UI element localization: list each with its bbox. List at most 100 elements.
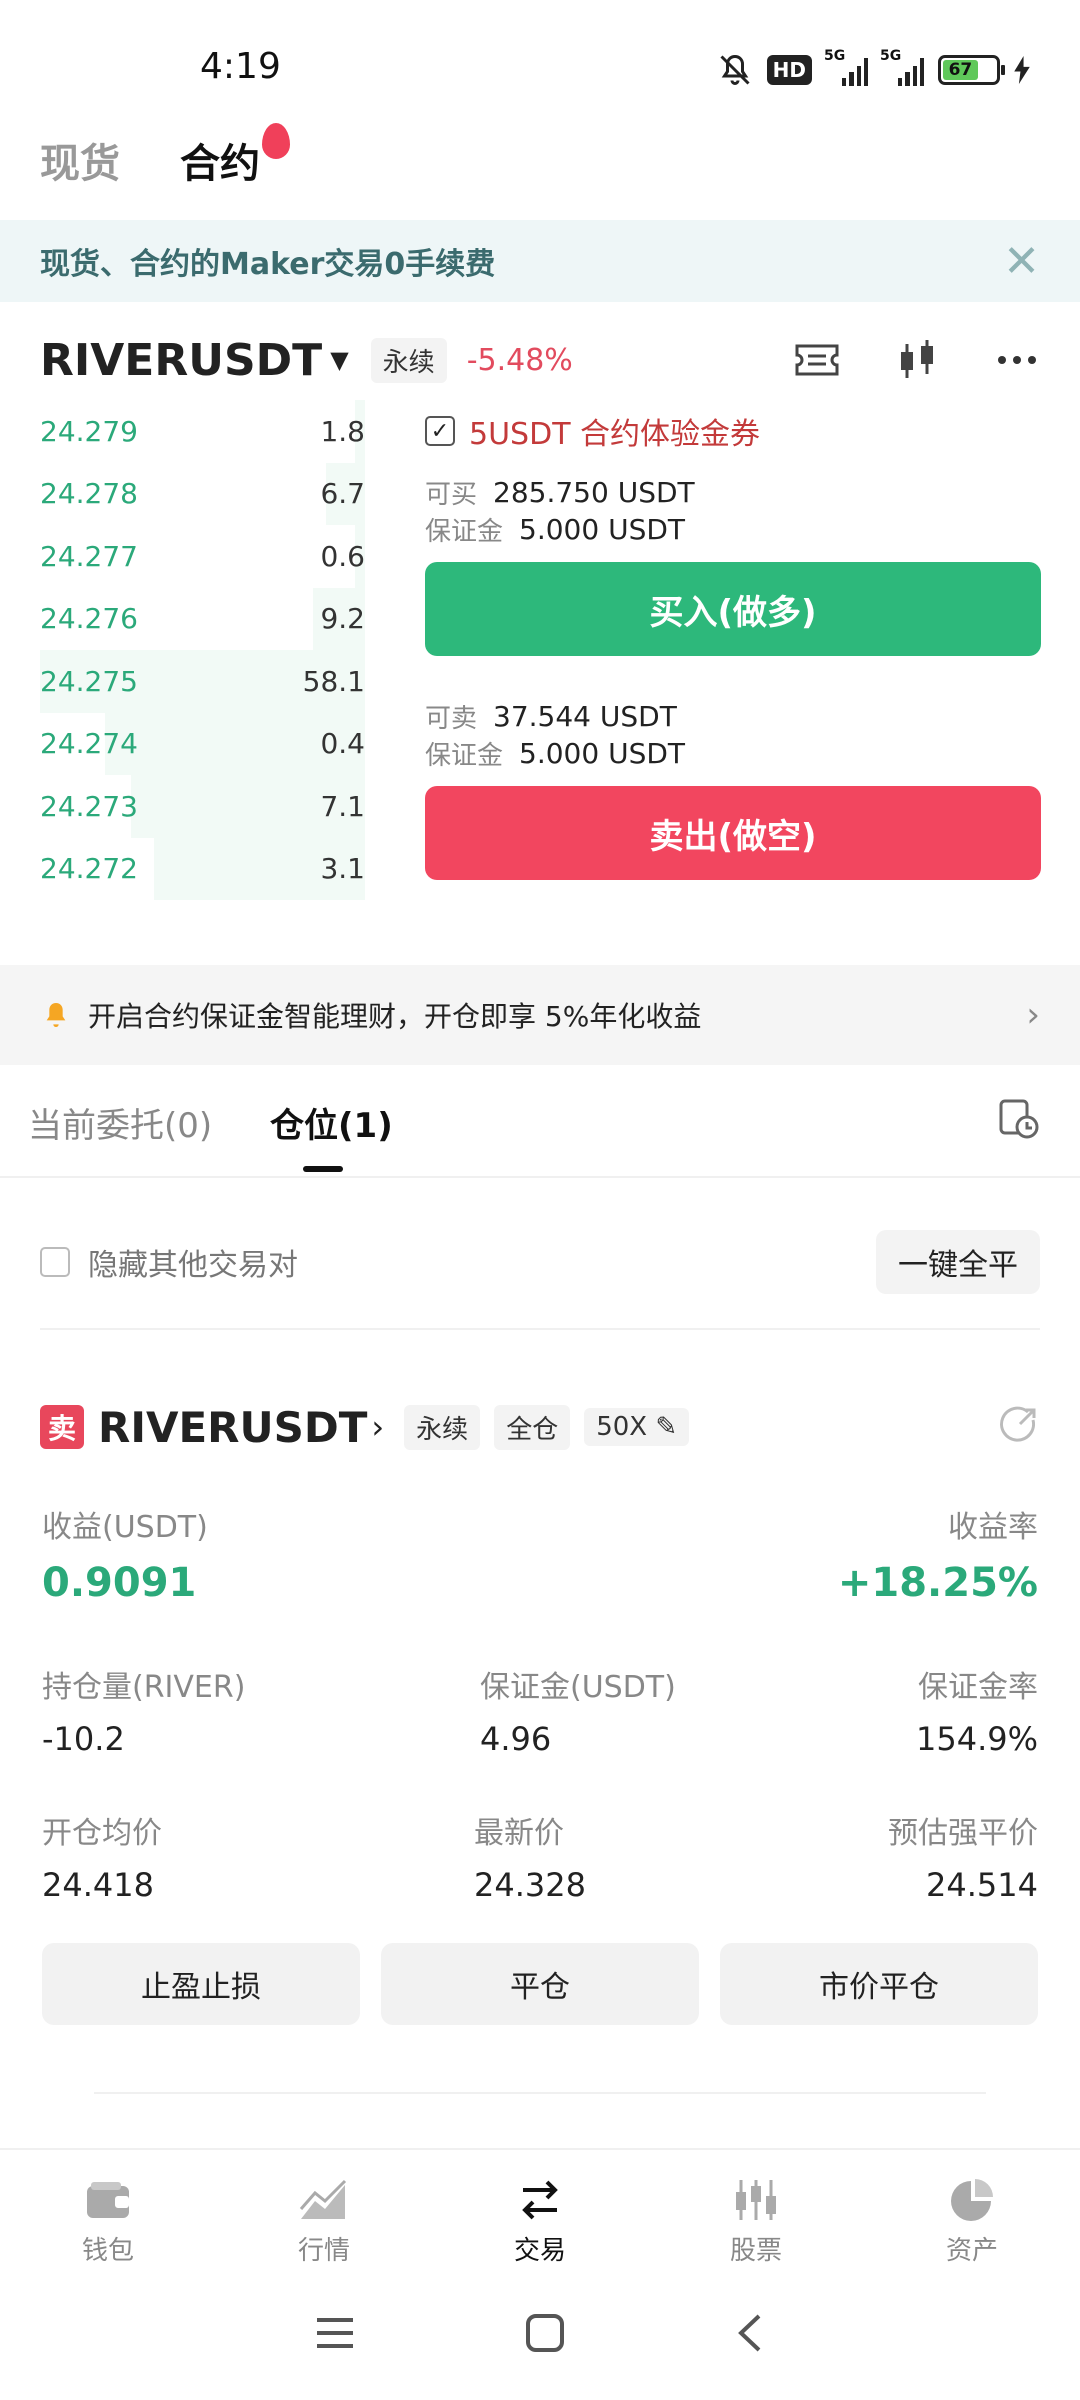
pnl-value: 0.9091 <box>42 1560 197 1606</box>
battery-icon: 67 <box>938 55 1005 85</box>
hide-others-label: 隐藏其他交易对 <box>88 1248 298 1283</box>
orderbook-row[interactable]: 24.272 3.1 <box>40 837 365 900</box>
buy-margin: 保证金 5.000 USDT <box>425 513 686 547</box>
more-icon[interactable] <box>994 340 1040 380</box>
close-position-button[interactable]: 平仓 <box>381 1943 699 2025</box>
orderbook-row[interactable]: 24.276 9.2 <box>40 587 365 650</box>
tab-open-orders[interactable]: 当前委托(0) <box>28 1098 212 1147</box>
mark-price-value: 24.328 <box>474 1866 586 1904</box>
orderbook-row[interactable]: 24.278 6.7 <box>40 462 365 525</box>
ticket-icon[interactable] <box>794 340 840 380</box>
orderbook-qty: 0.4 <box>320 727 365 761</box>
position-pair[interactable]: RIVERUSDT <box>98 1403 367 1452</box>
size-label: 持仓量(RIVER) <box>42 1670 246 1705</box>
share-icon[interactable] <box>998 1404 1040 1450</box>
voucher-label: 5USDT 合约体验金券 <box>469 417 761 452</box>
orderbook-qty: 1.8 <box>320 414 365 448</box>
history-icon[interactable] <box>998 1098 1040 1144</box>
orderbook-qty: 3.1 <box>320 852 365 886</box>
orderbook-price: 24.273 <box>40 789 138 823</box>
chevron-right-icon[interactable]: › <box>371 1408 384 1446</box>
mute-bell-icon <box>720 54 750 85</box>
menu-icon[interactable] <box>315 2316 355 2354</box>
liq-price-value: 24.514 <box>926 1866 1038 1904</box>
order-tabs: 当前委托(0) 仓位(1) <box>0 1070 1080 1178</box>
voucher-checkbox[interactable]: ✓ <box>425 416 455 446</box>
mark-price-label: 最新价 <box>474 1816 564 1851</box>
swap-icon <box>514 2176 566 2224</box>
price-change: -5.48% <box>466 342 573 378</box>
margin-ratio-label: 保证金率 <box>918 1670 1038 1705</box>
hd-badge: HD <box>766 55 812 85</box>
earn-text: 开启合约保证金智能理财，开仓即享 5%年化收益 <box>88 1000 702 1033</box>
leverage-tag[interactable]: 50X ✎ <box>584 1408 690 1446</box>
orderbook-qty: 9.2 <box>320 602 365 636</box>
candlestick-icon[interactable] <box>894 340 940 380</box>
orderbook-price: 24.277 <box>40 539 138 573</box>
pnl-label: 收益(USDT) <box>42 1510 208 1545</box>
bell-icon <box>46 1003 66 1027</box>
nav-stocks[interactable]: 股票 <box>648 2150 864 2268</box>
tab-futures[interactable]: 合约 <box>180 123 290 189</box>
orderbook-row[interactable]: 24.274 0.4 <box>40 712 365 775</box>
perpetual-tag: 永续 <box>370 337 447 383</box>
orderbook-qty: 58.1 <box>302 664 365 698</box>
caret-down-icon[interactable]: ▼ <box>330 346 348 374</box>
active-tab-indicator <box>303 1166 343 1172</box>
entry-price-value: 24.418 <box>42 1866 154 1904</box>
orderbook-price: 24.278 <box>40 477 138 511</box>
trade-panel: ✓ 5USDT 合约体验金券 可买 285.750 USDT 保证金 5.000 U… <box>425 408 1041 880</box>
nav-trade[interactable]: 交易 <box>432 2150 648 2268</box>
signal-icon: 5G <box>824 48 868 86</box>
liq-price-label: 预估强平价 <box>888 1816 1038 1851</box>
tab-spot[interactable]: 现货 <box>40 131 120 189</box>
system-nav <box>0 2290 1080 2380</box>
home-icon[interactable] <box>525 2313 565 2357</box>
close-all-button[interactable]: 一键全平 <box>876 1230 1040 1294</box>
position-tag-perpetual: 永续 <box>404 1404 481 1450</box>
close-icon[interactable]: ✕ <box>1003 236 1040 287</box>
voucher-row[interactable]: ✓ 5USDT 合约体验金券 <box>425 408 1041 454</box>
buy-available: 可买 285.750 USDT <box>425 476 695 510</box>
entry-price-label: 开仓均价 <box>42 1816 162 1851</box>
nav-wallet[interactable]: 钱包 <box>0 2150 216 2268</box>
orderbook-row[interactable]: 24.279 1.8 <box>40 400 365 463</box>
market-close-button[interactable]: 市价平仓 <box>720 1943 1038 2025</box>
orderbook-price: 24.275 <box>40 664 138 698</box>
buy-long-button[interactable]: 买入(做多) <box>425 562 1041 656</box>
nav-assets[interactable]: 资产 <box>864 2150 1080 2268</box>
orderbook-row[interactable]: 24.277 0.6 <box>40 525 365 588</box>
sell-short-button[interactable]: 卖出(做空) <box>425 786 1041 880</box>
roe-value: +18.25% <box>837 1560 1038 1606</box>
margin-value: 4.96 <box>480 1720 552 1758</box>
tab-positions[interactable]: 仓位(1) <box>270 1098 393 1147</box>
bottom-nav: 钱包 行情 交易 股票 资产 <box>0 2148 1080 2268</box>
sell-available: 可卖 37.544 USDT <box>425 700 677 734</box>
margin-ratio-value: 154.9% <box>915 1720 1038 1758</box>
position-header: 卖 RIVERUSDT › 永续 全仓 50X ✎ <box>40 1395 1040 1459</box>
position-tag-cross: 全仓 <box>494 1404 571 1450</box>
back-icon[interactable] <box>735 2313 765 2357</box>
status-icons: HD 5G 5G 67 <box>717 48 1030 90</box>
pair-selector[interactable]: RIVERUSDT <box>40 335 322 386</box>
side-badge: 卖 <box>40 1405 84 1449</box>
charging-icon <box>1014 56 1030 84</box>
chart-icon <box>298 2176 350 2224</box>
status-bar: 4:19 HD 5G 5G 67 <box>0 0 1080 110</box>
tp-sl-button[interactable]: 止盈止损 <box>42 1943 360 2025</box>
orderbook-row[interactable]: 24.275 58.1 <box>40 650 365 713</box>
roe-label: 收益率 <box>948 1510 1038 1545</box>
status-time: 4:19 <box>200 46 281 87</box>
signal-icon-2: 5G <box>880 48 924 86</box>
hot-icon <box>262 123 290 159</box>
pie-icon <box>946 2176 998 2224</box>
hide-others-row: 隐藏其他交易对 一键全平 <box>40 1230 1040 1294</box>
orderbook-row[interactable]: 24.273 7.1 <box>40 775 365 838</box>
earn-banner[interactable]: 开启合约保证金智能理财，开仓即享 5%年化收益 › <box>0 965 1080 1065</box>
hide-others-checkbox[interactable] <box>40 1247 70 1277</box>
edit-icon: ✎ <box>655 1412 678 1442</box>
stock-icon <box>730 2176 782 2224</box>
promo-banner: 现货、合约的Maker交易0手续费 ✕ <box>0 220 1080 302</box>
nav-markets[interactable]: 行情 <box>216 2150 432 2268</box>
orderbook-price: 24.272 <box>40 852 138 886</box>
